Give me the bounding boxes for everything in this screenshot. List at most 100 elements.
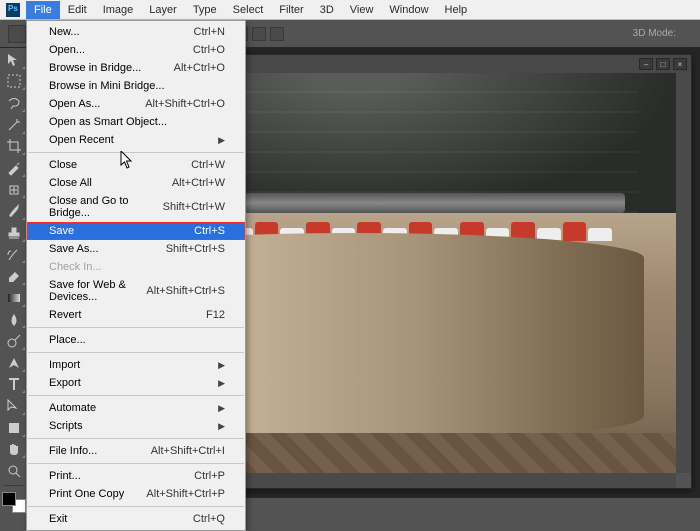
menu-close-bridge[interactable]: Close and Go to Bridge...Shift+Ctrl+W: [27, 192, 245, 222]
menu-label: Place...: [49, 334, 86, 346]
path-tool-icon[interactable]: [2, 396, 26, 416]
menu-view[interactable]: View: [342, 1, 382, 19]
menu-label: Close: [49, 159, 77, 171]
maximize-button[interactable]: □: [656, 58, 670, 70]
shortcut: Alt+Shift+Ctrl+I: [151, 445, 225, 457]
tool-preset-icon[interactable]: [8, 25, 26, 43]
menu-exit[interactable]: ExitCtrl+Q: [27, 510, 245, 528]
pen-tool-icon[interactable]: [2, 353, 26, 373]
menu-label: Save: [49, 225, 74, 237]
menu-label: Browse in Mini Bridge...: [49, 80, 165, 92]
menu-import[interactable]: Import▶: [27, 356, 245, 374]
menu-print-one[interactable]: Print One CopyAlt+Shift+Ctrl+P: [27, 485, 245, 503]
menu-file-info[interactable]: File Info...Alt+Shift+Ctrl+I: [27, 442, 245, 460]
blur-tool-icon[interactable]: [2, 310, 26, 330]
shortcut: Shift+Ctrl+W: [163, 201, 225, 213]
hand-tool-icon[interactable]: [2, 440, 26, 460]
lasso-tool-icon[interactable]: [2, 93, 26, 113]
menu-close-all[interactable]: Close All Alt+Ctrl+W: [27, 174, 245, 192]
wand-tool-icon[interactable]: [2, 115, 26, 135]
eraser-tool-icon[interactable]: [2, 266, 26, 286]
menu-label: Print...: [49, 470, 81, 482]
marquee-tool-icon[interactable]: [2, 72, 26, 92]
menu-place[interactable]: Place...: [27, 331, 245, 349]
menu-label: Close All: [49, 177, 92, 189]
minimize-button[interactable]: –: [639, 58, 653, 70]
move-tool-icon[interactable]: [2, 50, 26, 70]
close-button[interactable]: ×: [673, 58, 687, 70]
submenu-arrow-icon: ▶: [218, 378, 225, 389]
menu-label: Save for Web & Devices...: [49, 279, 146, 303]
menu-open[interactable]: Open...Ctrl+O: [27, 41, 245, 59]
shortcut: Ctrl+S: [194, 225, 225, 237]
menu-save-as[interactable]: Save As... Shift+Ctrl+S: [27, 240, 245, 258]
menubar: File Edit Image Layer Type Select Filter…: [0, 0, 700, 20]
shortcut: Alt+Shift+Ctrl+P: [146, 488, 225, 500]
menu-edit[interactable]: Edit: [60, 1, 95, 19]
shortcut: Alt+Shift+Ctrl+S: [146, 285, 225, 297]
menu-type[interactable]: Type: [185, 1, 225, 19]
submenu-arrow-icon: ▶: [218, 135, 225, 146]
menu-divider: [28, 352, 244, 353]
menu-scripts[interactable]: Scripts▶: [27, 417, 245, 435]
menu-open-as[interactable]: Open As...Alt+Shift+Ctrl+O: [27, 95, 245, 113]
shortcut: Alt+Ctrl+W: [172, 177, 225, 189]
menu-revert[interactable]: RevertF12: [27, 306, 245, 324]
menu-open-recent[interactable]: Open Recent ▶: [27, 131, 245, 149]
menu-open-smart[interactable]: Open as Smart Object...: [27, 113, 245, 131]
healing-tool-icon[interactable]: [2, 180, 26, 200]
menu-label: Revert: [49, 309, 81, 321]
menu-divider: [28, 395, 244, 396]
menu-label: New...: [49, 26, 80, 38]
distribute-icon[interactable]: [252, 27, 266, 41]
file-menu-dropdown: New... Ctrl+N Open...Ctrl+O Browse in Bri…: [26, 20, 246, 531]
menu-file[interactable]: File: [26, 1, 60, 19]
menu-window[interactable]: Window: [381, 1, 436, 19]
submenu-arrow-icon: ▶: [218, 421, 225, 432]
submenu-arrow-icon: ▶: [218, 360, 225, 371]
menu-divider: [28, 438, 244, 439]
menu-label: Automate: [49, 402, 96, 414]
menu-browse-bridge[interactable]: Browse in Bridge...Alt+Ctrl+O: [27, 59, 245, 77]
menu-close[interactable]: CloseCtrl+W: [27, 156, 245, 174]
vertical-scrollbar[interactable]: [676, 73, 691, 473]
gradient-tool-icon[interactable]: [2, 288, 26, 308]
shortcut: Shift+Ctrl+S: [166, 243, 225, 255]
menu-export[interactable]: Export▶: [27, 374, 245, 392]
type-tool-icon[interactable]: [2, 375, 26, 395]
app-icon: [6, 3, 20, 17]
menu-save[interactable]: Save Ctrl+S: [27, 222, 245, 240]
menu-help[interactable]: Help: [437, 1, 476, 19]
shape-tool-icon[interactable]: [2, 418, 26, 438]
submenu-arrow-icon: ▶: [218, 403, 225, 414]
menu-image[interactable]: Image: [95, 1, 142, 19]
menu-layer[interactable]: Layer: [141, 1, 185, 19]
menu-automate[interactable]: Automate ▶: [27, 399, 245, 417]
shortcut: Ctrl+P: [194, 470, 225, 482]
zoom-tool-icon[interactable]: [2, 461, 26, 481]
menu-label: Close and Go to Bridge...: [49, 195, 163, 219]
menu-print[interactable]: Print... Ctrl+P: [27, 467, 245, 485]
mode-3d-label: 3D Mode:: [633, 28, 676, 39]
menu-filter[interactable]: Filter: [271, 1, 311, 19]
distribute-icon[interactable]: [270, 27, 284, 41]
foreground-color[interactable]: [2, 492, 16, 506]
menu-3d[interactable]: 3D: [312, 1, 342, 19]
menu-new[interactable]: New... Ctrl+N: [27, 23, 245, 41]
crop-tool-icon[interactable]: [2, 137, 26, 157]
shortcut: Alt+Shift+Ctrl+O: [145, 98, 225, 110]
menu-label: Open Recent: [49, 134, 114, 146]
shortcut: Ctrl+N: [194, 26, 225, 38]
brush-tool-icon[interactable]: [2, 201, 26, 221]
color-swatch[interactable]: [2, 492, 26, 513]
menu-divider: [28, 463, 244, 464]
menu-label: Save As...: [49, 243, 99, 255]
dodge-tool-icon[interactable]: [2, 331, 26, 351]
stamp-tool-icon[interactable]: [2, 223, 26, 243]
history-brush-tool-icon[interactable]: [2, 245, 26, 265]
menu-save-web[interactable]: Save for Web & Devices...Alt+Shift+Ctrl+…: [27, 276, 245, 306]
eyedropper-tool-icon[interactable]: [2, 158, 26, 178]
menu-browse-mini[interactable]: Browse in Mini Bridge...: [27, 77, 245, 95]
menu-label: Browse in Bridge...: [49, 62, 141, 74]
menu-select[interactable]: Select: [225, 1, 272, 19]
